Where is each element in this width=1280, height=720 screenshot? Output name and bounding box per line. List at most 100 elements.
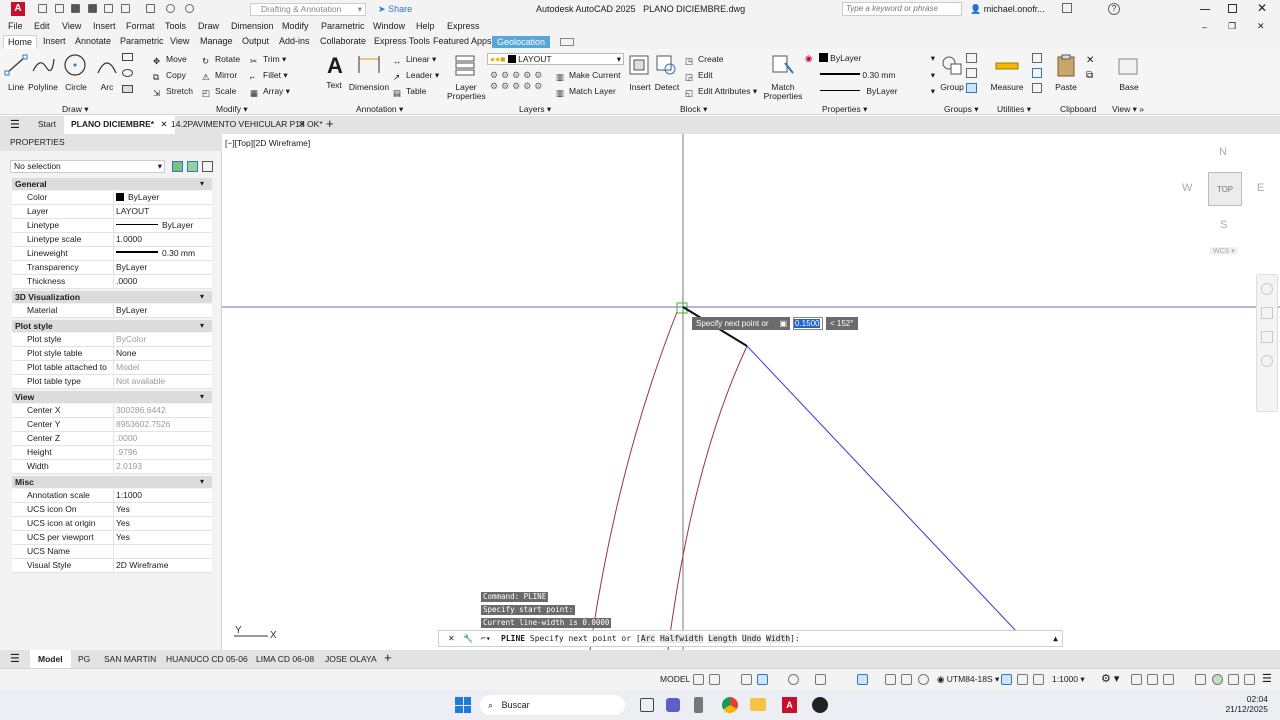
new-icon[interactable] <box>38 4 47 13</box>
property-row[interactable]: Plot style ByColor <box>12 333 212 347</box>
section-view[interactable]: View <box>12 391 212 403</box>
snap-mode-icon[interactable] <box>709 674 720 685</box>
close-button[interactable]: ✕ <box>1257 1 1267 15</box>
cmd-option-halfwidth[interactable]: Halfwidth <box>659 634 704 643</box>
text-button[interactable]: A Text <box>322 53 346 90</box>
hardware-accel-icon[interactable] <box>1228 674 1239 685</box>
open-web-icon[interactable] <box>104 4 114 13</box>
menu-view[interactable]: View <box>62 21 81 31</box>
user-account[interactable]: 👤 michael.onofr... <box>970 4 1045 15</box>
property-value[interactable] <box>113 545 116 558</box>
copy-clip-icon[interactable]: ⧉ <box>1086 70 1100 81</box>
layout-menu-icon[interactable]: ☰ <box>10 652 20 665</box>
windows-start-icon[interactable] <box>455 697 471 713</box>
draw-panel-label[interactable]: Draw ▾ <box>62 104 88 115</box>
annotation-panel-label[interactable]: Annotation ▾ <box>356 104 403 115</box>
hamburger-menu-icon[interactable]: ☰ <box>10 118 20 131</box>
color-dropdown[interactable]: ◉ ByLayer ▾ <box>805 53 937 65</box>
save-as-icon[interactable] <box>87 4 97 13</box>
properties-panel-label[interactable]: Properties ▾ <box>822 104 867 115</box>
linetype-dropdown[interactable]: ByLayer ▾ <box>820 86 937 98</box>
save-icon[interactable] <box>71 4 81 13</box>
doc-minimize-button[interactable]: – <box>1202 22 1207 32</box>
zoom-extents-icon[interactable] <box>1261 331 1273 343</box>
clean-screen-icon[interactable] <box>1244 674 1255 685</box>
property-value[interactable]: Yes <box>113 517 130 530</box>
command-customize-icon[interactable]: 🔧 <box>463 631 473 646</box>
viewcube[interactable]: N W E S TOP WCS ▾ <box>1180 144 1264 260</box>
cart-icon[interactable] <box>1062 3 1072 13</box>
property-row[interactable]: Plot style table None <box>12 347 212 361</box>
menu-modify[interactable]: Modify <box>282 21 309 31</box>
property-value[interactable]: .0000 <box>113 432 137 445</box>
property-row[interactable]: Material ByLayer <box>12 304 212 318</box>
match-properties-button[interactable]: Match Properties <box>763 53 803 101</box>
property-row[interactable]: Thickness .0000 <box>12 275 212 289</box>
command-close-icon[interactable]: ✕ <box>448 631 455 646</box>
menu-dimension[interactable]: Dimension <box>231 21 274 31</box>
compass-s[interactable]: S <box>1220 219 1227 231</box>
hatch-icon[interactable] <box>122 69 133 77</box>
array-button[interactable]: ▦ Array ▾ <box>250 86 290 98</box>
ortho-icon[interactable] <box>757 674 768 685</box>
scale-button[interactable]: ◰ Scale <box>202 86 236 98</box>
tab-express-tools[interactable]: Express Tools <box>374 36 430 46</box>
section-general[interactable]: General <box>12 178 212 190</box>
selection-dropdown[interactable]: No selection ▾ <box>10 160 165 173</box>
group-button[interactable]: Group <box>940 53 964 92</box>
pan-icon[interactable] <box>1261 307 1273 319</box>
property-value[interactable]: 8953602.7526 <box>113 418 170 431</box>
redo-icon[interactable] <box>185 4 195 13</box>
undo-icon[interactable] <box>165 4 175 13</box>
lineweight-icon[interactable] <box>885 674 896 685</box>
collapse-icon[interactable]: ▾ <box>200 391 204 403</box>
wcs-menu[interactable]: WCS ▾ <box>1210 247 1238 255</box>
property-row[interactable]: Layer LAYOUT <box>12 205 212 219</box>
calculator-icon[interactable] <box>1032 53 1042 63</box>
property-value[interactable]: ByLayer <box>113 261 147 274</box>
modify-panel-label[interactable]: Modify ▾ <box>216 104 248 115</box>
save-web-icon[interactable] <box>120 4 130 13</box>
property-row[interactable]: UCS icon On Yes <box>12 503 212 517</box>
doc-restore-button[interactable]: ❐ <box>1228 21 1236 32</box>
tab-layout-jose-olaya[interactable]: JOSE OLAYA <box>325 654 377 664</box>
property-value[interactable]: ByLayer <box>113 191 159 204</box>
leader-button[interactable]: ↗ Leader ▾ <box>393 70 439 82</box>
isolate-objects-icon[interactable] <box>1212 674 1223 685</box>
layer-dropdown[interactable]: ●●■ LAYOUT ▾ <box>487 53 624 65</box>
clipboard-panel-label[interactable]: Clipboard <box>1060 104 1096 114</box>
property-value[interactable]: ByColor <box>113 333 146 346</box>
edit-attributes-button[interactable]: ◱ Edit Attributes ▾ <box>685 86 757 98</box>
block-panel-label[interactable]: Block ▾ <box>680 104 707 115</box>
taskbar-search[interactable]: ⌕ Buscar <box>480 695 625 715</box>
close-tab-icon[interactable]: ✕ <box>161 119 168 129</box>
property-row[interactable]: Center X 300286.6442 <box>12 404 212 418</box>
annotation-scale-dropdown[interactable]: 1:1000 ▾ <box>1052 674 1085 685</box>
close-tab-icon[interactable]: ✕ <box>298 119 306 130</box>
quick-select-icon[interactable] <box>172 161 183 172</box>
arc-button[interactable]: Arc <box>95 53 119 92</box>
app-icon[interactable] <box>812 697 828 713</box>
minimize-button[interactable] <box>1200 9 1210 10</box>
transparency-icon[interactable] <box>901 674 912 685</box>
lineweight-dropdown[interactable]: 0.30 mm ▾ <box>820 70 937 82</box>
clock[interactable]: 02:04 21/12/2025 <box>1220 694 1268 714</box>
quick-properties-icon[interactable] <box>1163 674 1174 685</box>
region-icon[interactable] <box>122 85 133 93</box>
coordinate-system-button[interactable]: ◉ UTM84-18S ▾ <box>937 674 999 685</box>
property-value[interactable]: .9796 <box>113 446 137 459</box>
maximize-button[interactable] <box>1228 4 1237 13</box>
property-value[interactable]: 2D Wireframe <box>113 559 168 572</box>
layer-properties-button[interactable]: Layer Properties <box>447 53 486 101</box>
table-button[interactable]: ▤ Table <box>393 86 426 98</box>
menu-draw[interactable]: Draw <box>198 21 219 31</box>
annotation-monitor-icon[interactable] <box>1033 674 1044 685</box>
copy-button[interactable]: ⧉ Copy <box>153 70 186 82</box>
menu-window[interactable]: Window <box>373 21 405 31</box>
property-value[interactable]: .0000 <box>113 275 137 288</box>
property-value[interactable]: Yes <box>113 503 130 516</box>
doc-close-button[interactable]: ✕ <box>1257 21 1265 32</box>
property-row[interactable]: Lineweight 0.30 mm <box>12 247 212 261</box>
insert-button[interactable]: Insert <box>627 53 653 92</box>
rotate-button[interactable]: ↻ Rotate <box>202 54 240 66</box>
